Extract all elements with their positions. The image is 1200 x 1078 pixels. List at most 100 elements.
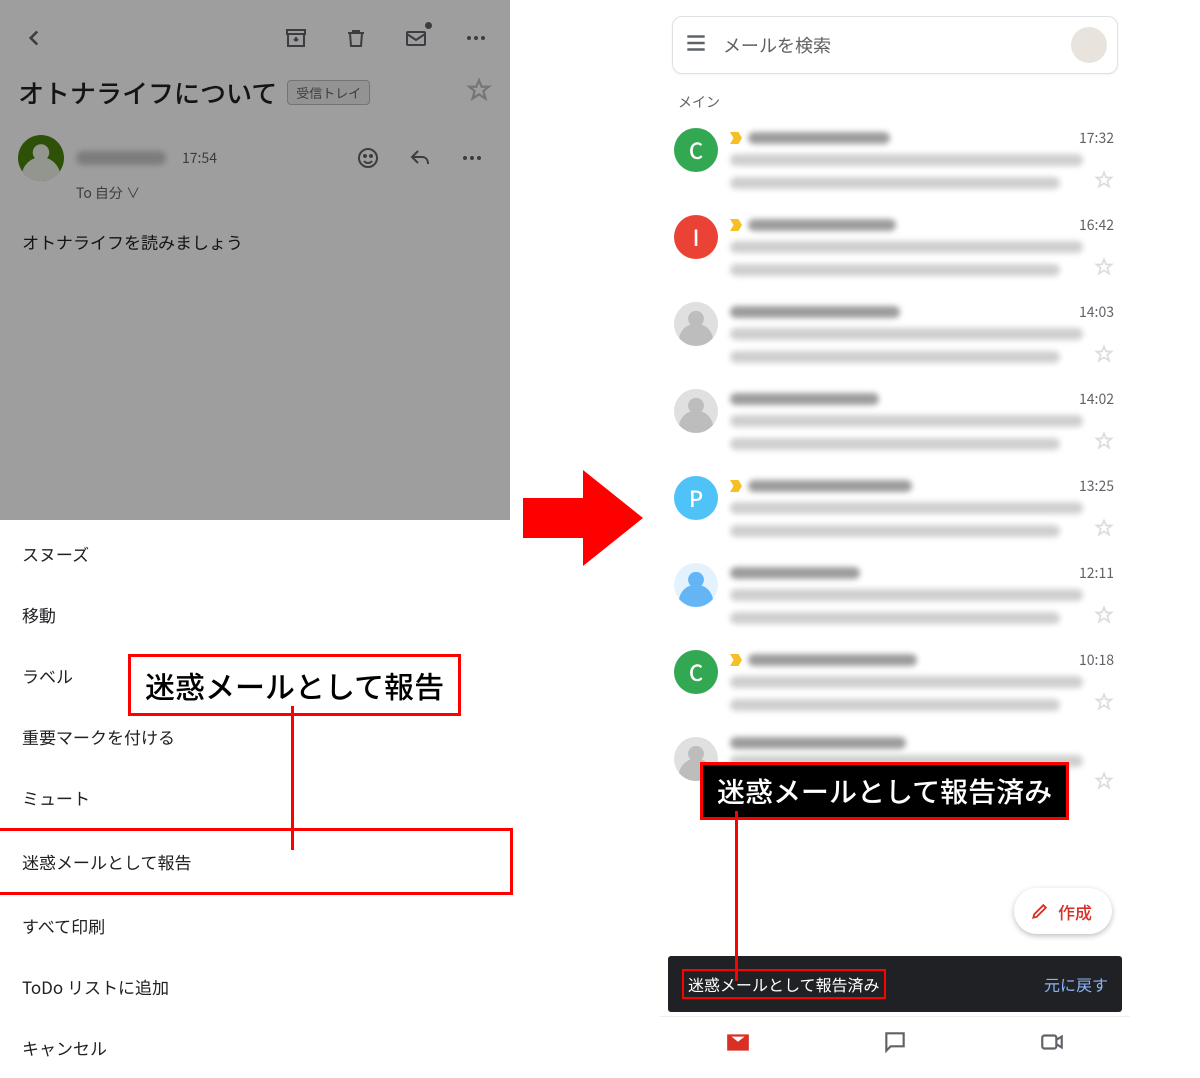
bottom-nav	[660, 1016, 1130, 1072]
subject-blurred	[730, 328, 1083, 340]
search-placeholder: メールを検索	[723, 32, 831, 58]
sender-name-blurred	[76, 151, 166, 165]
sheet-snooze[interactable]: スヌーズ	[0, 523, 510, 584]
subject-blurred	[730, 502, 1083, 514]
compose-button[interactable]: 作成	[1014, 888, 1112, 934]
star-icon[interactable]	[1094, 170, 1114, 195]
mail-avatar[interactable]: I	[674, 215, 718, 259]
mail-avatar[interactable]: C	[674, 128, 718, 172]
more-icon[interactable]	[456, 18, 496, 58]
sender-row: 17:54	[0, 115, 510, 185]
sender-blurred	[748, 132, 890, 144]
mail-body: 16:42	[730, 215, 1114, 282]
message-body: オトナライフを読みましょう	[0, 211, 510, 272]
sender-blurred	[730, 737, 906, 749]
star-icon[interactable]	[1094, 344, 1114, 369]
subject-text: オトナライフについて	[18, 74, 277, 111]
star-icon[interactable]	[1094, 431, 1114, 456]
callout-reported: 迷惑メールとして報告済み	[700, 762, 1069, 820]
nav-mail-icon[interactable]	[725, 1029, 751, 1060]
pencil-icon	[1030, 901, 1050, 921]
sheet-move[interactable]: 移動	[0, 584, 510, 645]
star-icon[interactable]	[1094, 257, 1114, 282]
right-screen: メールを検索 メイン C 17:32 I 16	[660, 6, 1130, 1072]
mail-body: 13:25	[730, 476, 1114, 543]
menu-icon[interactable]	[683, 30, 709, 61]
star-icon[interactable]	[1094, 771, 1114, 796]
toast-undo[interactable]: 元に戻す	[1044, 972, 1108, 996]
mail-avatar[interactable]: P	[674, 476, 718, 520]
snippet-blurred	[730, 525, 1060, 537]
mail-row[interactable]: C 17:32	[660, 118, 1130, 205]
subject-blurred	[730, 589, 1083, 601]
mail-time: 17:32	[1079, 128, 1114, 148]
star-icon[interactable]	[1094, 605, 1114, 630]
nav-meet-icon[interactable]	[1039, 1029, 1065, 1060]
emoji-icon[interactable]	[348, 138, 388, 178]
arrow-icon	[523, 470, 643, 566]
search-bar[interactable]: メールを検索	[672, 16, 1118, 74]
mail-body: 14:03	[730, 302, 1114, 369]
left-screen: オトナライフについて 受信トレイ 17:54 To 自分 ∨ オトナラ	[0, 0, 510, 1078]
snippet-blurred	[730, 438, 1060, 450]
mail-row[interactable]: 14:02	[660, 379, 1130, 466]
star-icon[interactable]	[466, 77, 492, 108]
sender-blurred	[748, 480, 912, 492]
action-sheet: スヌーズ 移動 ラベル 重要マークを付ける ミュート 迷惑メールとして報告 すべ…	[0, 523, 510, 1078]
toast-message: 迷惑メールとして報告済み	[682, 969, 886, 999]
mail-row[interactable]: 14:03	[660, 292, 1130, 379]
snippet-blurred	[730, 177, 1060, 189]
mark-unread-icon[interactable]	[396, 18, 436, 58]
delete-icon[interactable]	[336, 18, 376, 58]
sender-blurred	[748, 654, 917, 666]
sender-avatar[interactable]	[18, 135, 64, 181]
mail-body: 10:18	[730, 650, 1114, 717]
mail-row[interactable]: C 10:18	[660, 640, 1130, 727]
importance-icon	[730, 132, 742, 144]
mail-row[interactable]: 12:11	[660, 553, 1130, 640]
compose-label: 作成	[1058, 899, 1092, 924]
reply-icon[interactable]	[400, 138, 440, 178]
mail-row[interactable]: P 13:25	[660, 466, 1130, 553]
mail-time: 16:42	[1079, 215, 1114, 235]
sheet-add-todo[interactable]: ToDo リストに追加	[0, 956, 510, 1017]
mail-body: 17:32	[730, 128, 1114, 195]
message-header	[0, 0, 510, 64]
callout-report-spam: 迷惑メールとして報告	[128, 654, 461, 716]
sender-blurred	[730, 567, 860, 579]
sheet-print-all[interactable]: すべて印刷	[0, 895, 510, 956]
to-line[interactable]: To 自分 ∨	[76, 183, 510, 211]
back-icon[interactable]	[14, 18, 54, 58]
mail-avatar[interactable]: C	[674, 650, 718, 694]
subject-row: オトナライフについて 受信トレイ	[0, 64, 510, 115]
star-icon[interactable]	[1094, 692, 1114, 717]
mail-list: C 17:32 I 16:42	[660, 118, 1130, 806]
message-more-icon[interactable]	[452, 138, 492, 178]
snippet-blurred	[730, 351, 1060, 363]
mail-body: 12:11	[730, 563, 1114, 630]
sheet-report-spam[interactable]: 迷惑メールとして報告	[0, 828, 513, 895]
subject-blurred	[730, 154, 1083, 166]
inbox-badge[interactable]: 受信トレイ	[287, 80, 370, 105]
nav-chat-icon[interactable]	[882, 1029, 908, 1060]
importance-icon	[730, 219, 742, 231]
mail-time: 14:02	[1079, 389, 1114, 409]
mail-time: 13:25	[1079, 476, 1114, 496]
account-avatar[interactable]	[1071, 27, 1107, 63]
main-label: メイン	[660, 82, 1130, 118]
star-icon[interactable]	[1094, 518, 1114, 543]
sheet-mute[interactable]: ミュート	[0, 767, 510, 828]
mail-avatar[interactable]	[674, 563, 718, 607]
mail-time: 12:11	[1079, 563, 1114, 583]
importance-icon	[730, 654, 742, 666]
mail-row[interactable]: I 16:42	[660, 205, 1130, 292]
snippet-blurred	[730, 612, 1060, 624]
annotation-line	[291, 706, 294, 850]
annotation-line-2	[735, 811, 738, 981]
subject-blurred	[730, 676, 1083, 688]
sheet-cancel[interactable]: キャンセル	[0, 1017, 510, 1078]
mail-avatar[interactable]	[674, 389, 718, 433]
mail-avatar[interactable]	[674, 302, 718, 346]
archive-icon[interactable]	[276, 18, 316, 58]
subject-blurred	[730, 241, 1083, 253]
